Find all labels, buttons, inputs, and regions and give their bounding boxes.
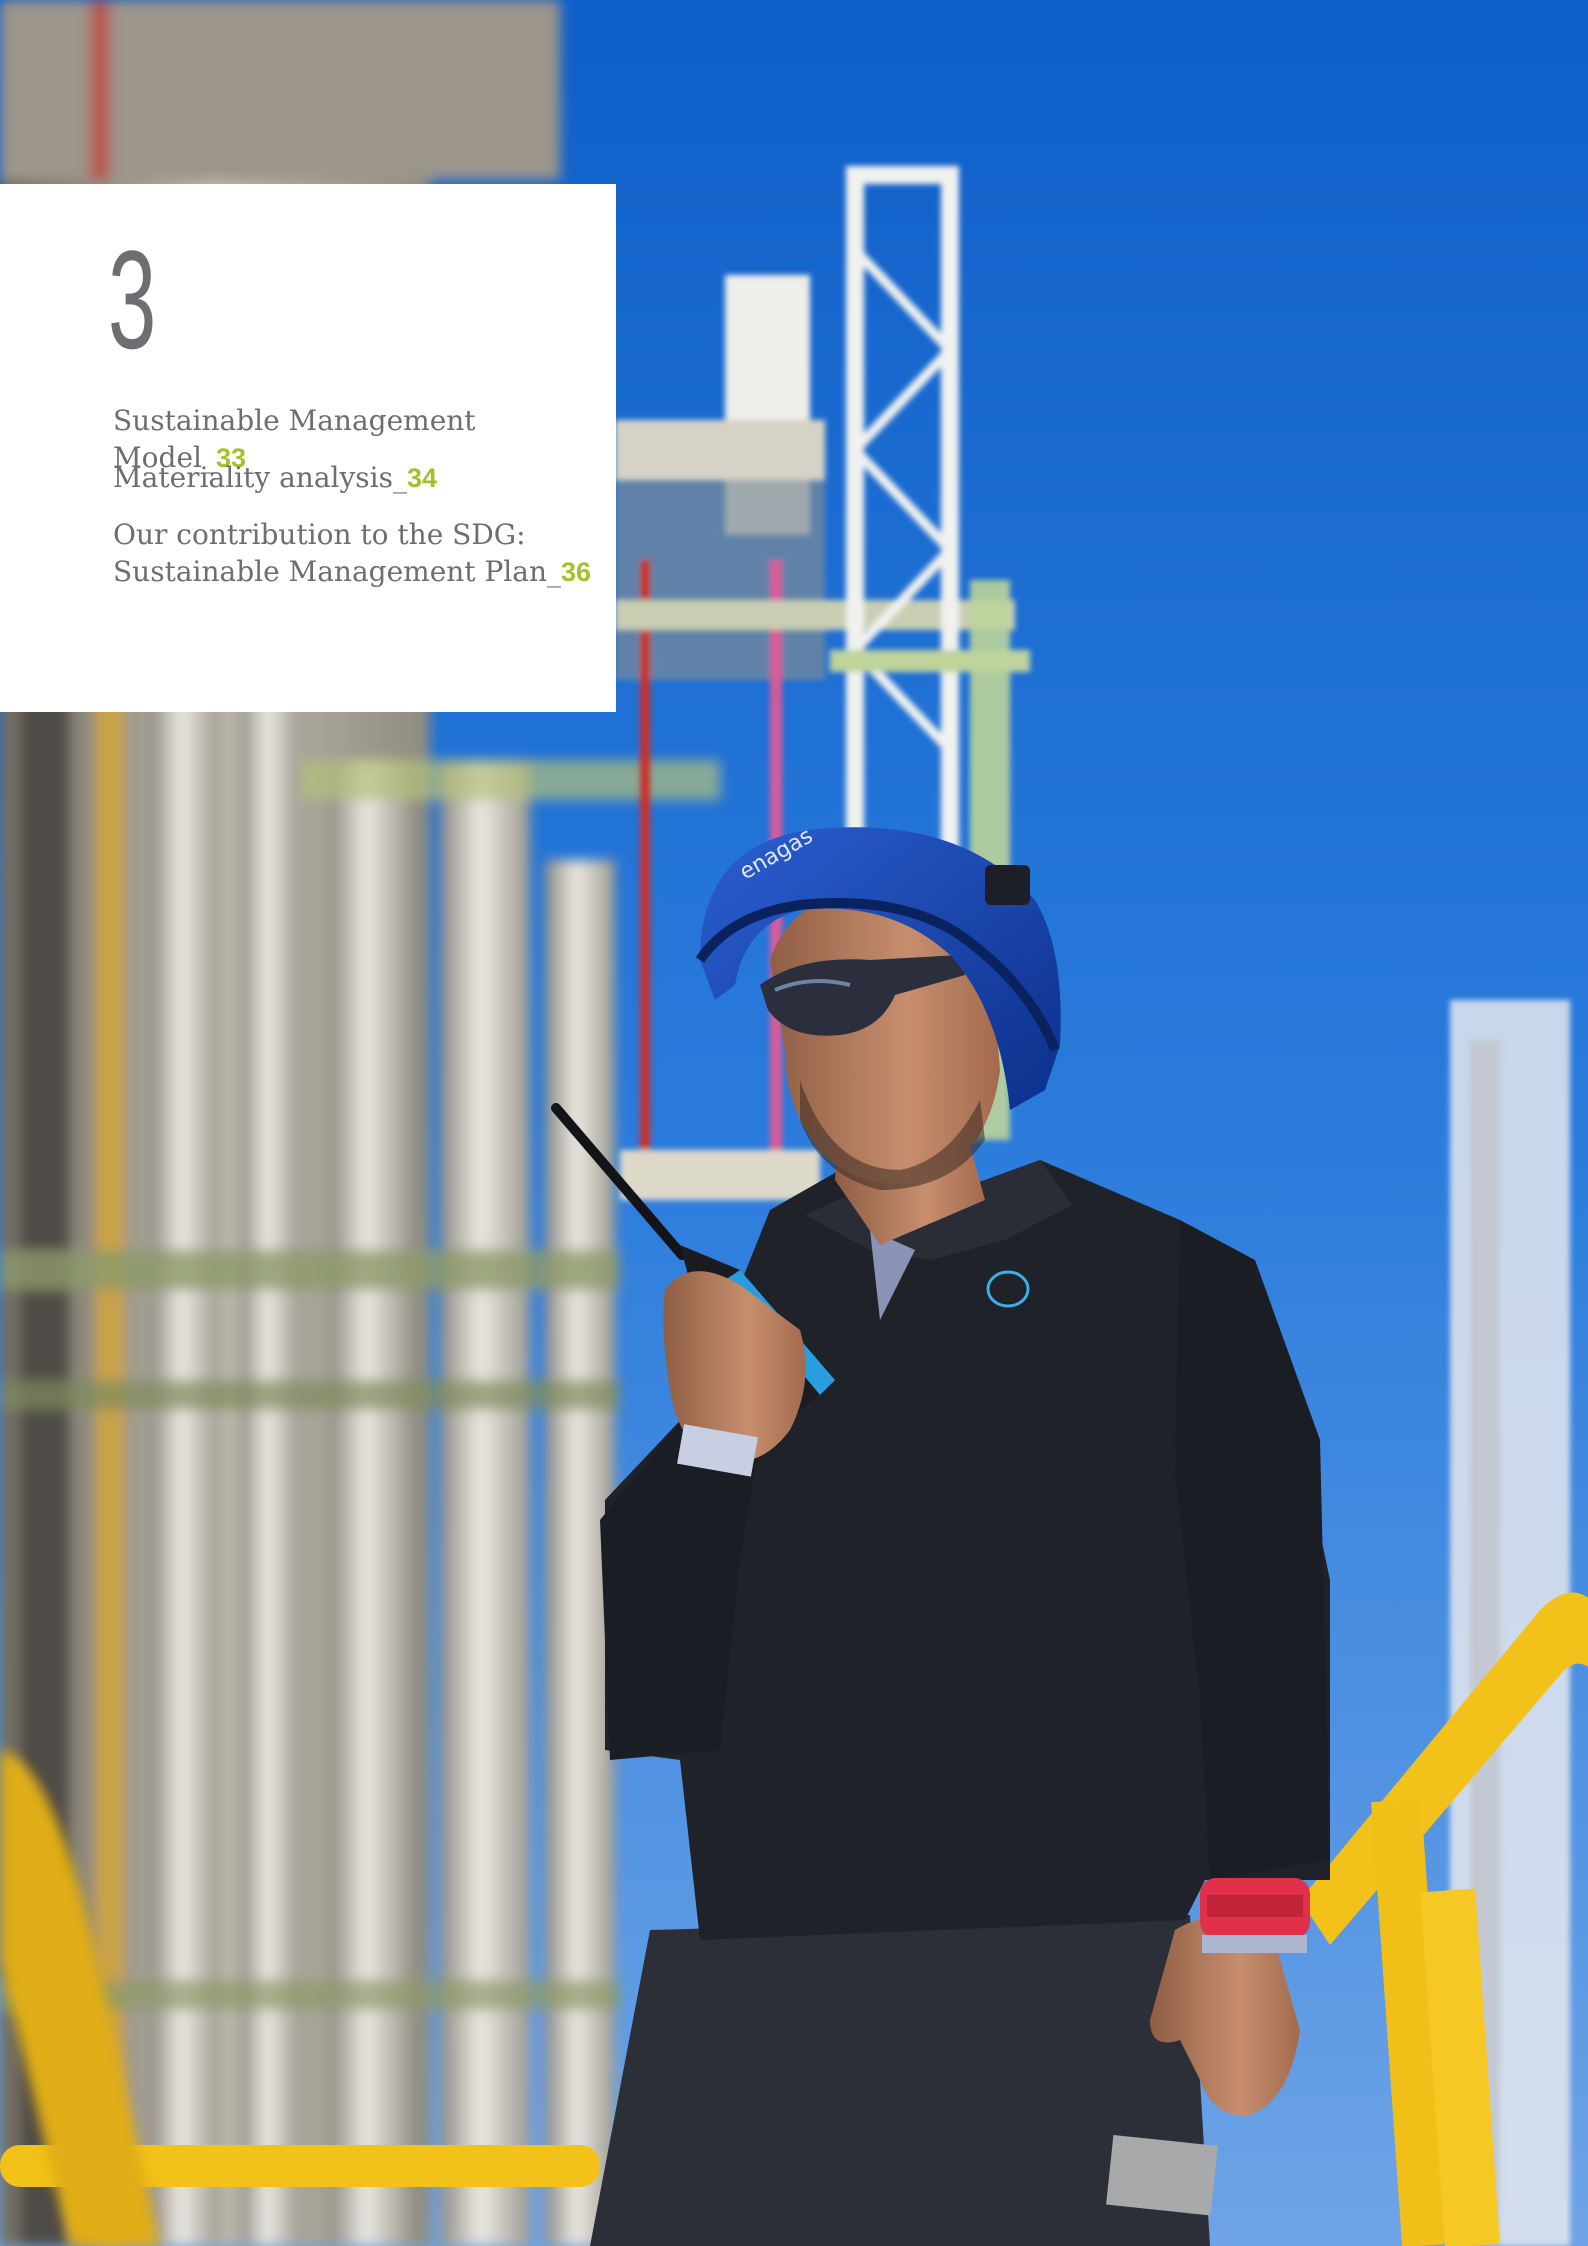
- toc-item[interactable]: Our contribution to the SDG: Sustainable…: [113, 516, 603, 591]
- toc-item-page: 36: [560, 557, 592, 587]
- chapter-number: 3: [108, 221, 156, 378]
- toc-item-title: Materiality analysis_: [113, 461, 407, 494]
- toc-item-title-line1: Our contribution to the SDG:: [113, 518, 526, 551]
- toc-item-page: 34: [407, 463, 438, 493]
- toc-item-title-line2: Sustainable Management Plan_: [113, 555, 561, 588]
- toc-item[interactable]: Materiality analysis_34: [113, 459, 603, 497]
